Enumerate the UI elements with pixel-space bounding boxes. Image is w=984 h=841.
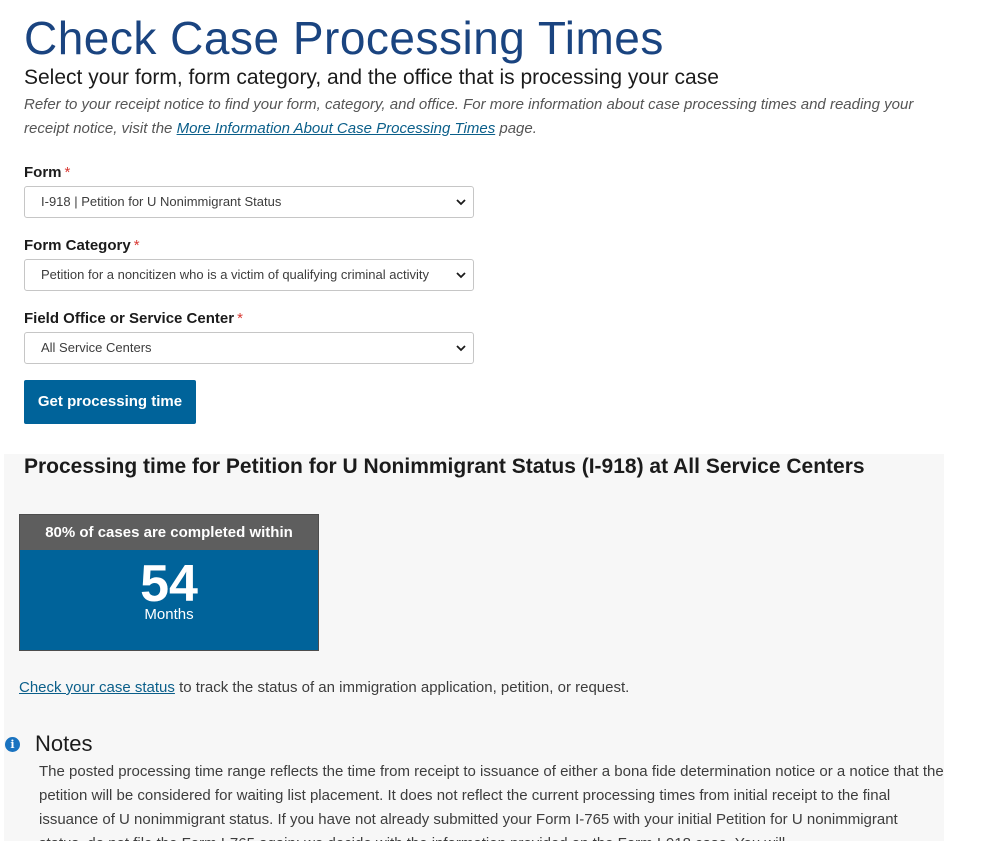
get-processing-time-button[interactable]: Get processing time [24, 380, 196, 424]
office-select-value: All Service Centers [41, 340, 152, 355]
processing-time-unit: Months [144, 606, 194, 623]
more-info-link[interactable]: More Information About Case Processing T… [177, 120, 496, 137]
form-select[interactable]: I-918 | Petition for U Nonimmigrant Stat… [24, 186, 474, 218]
processing-time-value: 54 [140, 555, 198, 613]
page: Check Case Processing Times Select your … [0, 0, 984, 841]
chevron-down-icon [456, 345, 466, 352]
case-status-line: Check your case status to track the stat… [19, 678, 629, 698]
card-header: 80% of cases are completed within [20, 515, 318, 550]
office-label: Field Office or Service Center * [24, 310, 243, 327]
chevron-down-icon [456, 272, 466, 279]
required-marker: * [237, 310, 243, 327]
form-select-value: I-918 | Petition for U Nonimmigrant Stat… [41, 194, 282, 209]
intro-suffix: page. [499, 120, 537, 137]
category-label: Form Category * [24, 237, 140, 254]
office-select[interactable]: All Service Centers [24, 332, 474, 364]
processing-time-card: 80% of cases are completed within 54 Mon… [19, 514, 319, 651]
form-label-text: Form [24, 164, 62, 181]
page-title: Check Case Processing Times [24, 12, 664, 64]
category-select[interactable]: Petition for a noncitizen who is a victi… [24, 259, 474, 291]
check-case-status-link[interactable]: Check your case status [19, 679, 175, 696]
notes-title: Notes [35, 731, 93, 756]
notes-body: The posted processing time range reflect… [39, 763, 944, 841]
category-label-text: Form Category [24, 237, 131, 254]
required-marker: * [64, 164, 71, 181]
info-icon: i [5, 737, 20, 752]
office-label-text: Field Office or Service Center [24, 310, 235, 327]
required-marker: * [133, 237, 140, 254]
intro-text: Refer to your receipt notice to find you… [24, 93, 954, 141]
category-select-value: Petition for a noncitizen who is a victi… [41, 267, 429, 282]
result-heading: Processing time for Petition for U Nonim… [24, 455, 865, 478]
case-status-text: to track the status of an immigration ap… [174, 679, 630, 696]
form-label: Form * [24, 164, 70, 181]
chevron-down-icon [456, 199, 466, 206]
page-subtitle: Select your form, form category, and the… [24, 66, 719, 89]
